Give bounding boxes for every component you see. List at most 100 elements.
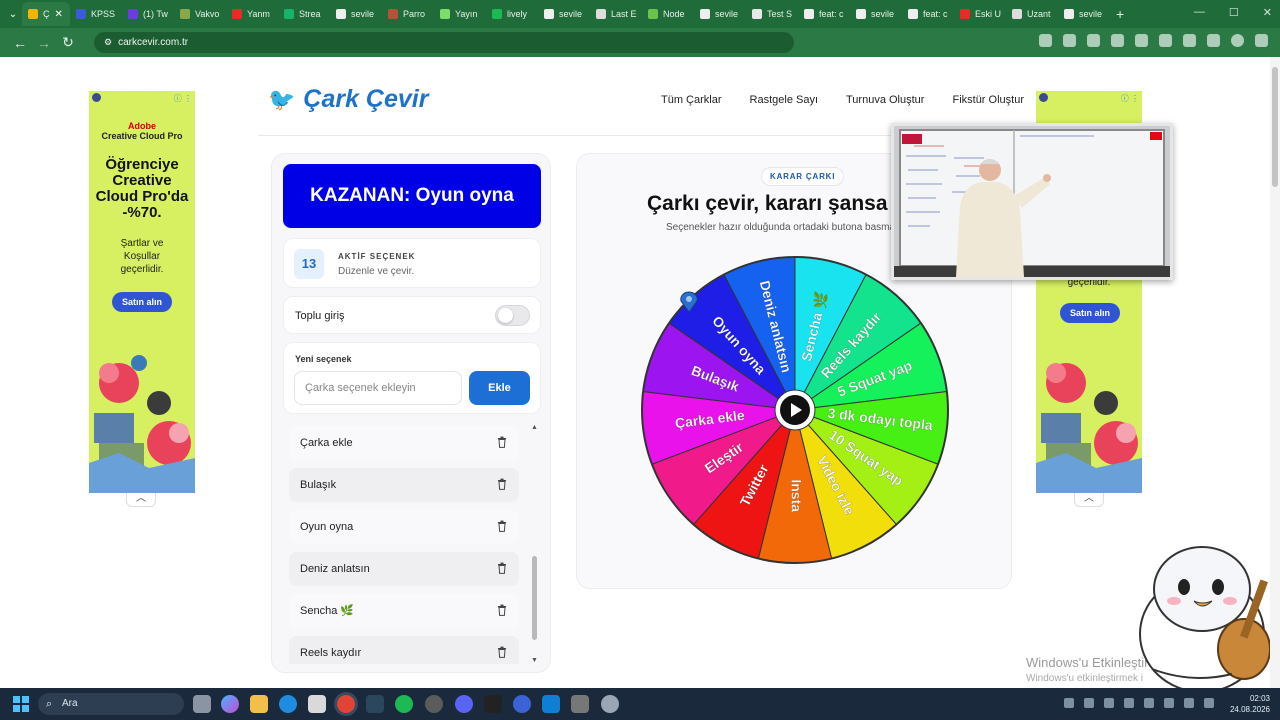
battery-icon[interactable] bbox=[1204, 698, 1214, 708]
github-desktop-icon[interactable] bbox=[425, 695, 443, 713]
option-row[interactable]: Sencha 🌿 bbox=[289, 594, 519, 628]
menu-dots-icon[interactable] bbox=[1255, 34, 1268, 47]
steam-icon[interactable] bbox=[366, 695, 384, 713]
ad-buy-button[interactable]: Satın alın bbox=[1060, 303, 1121, 323]
taskbar-search[interactable]: ⌕ Ara bbox=[38, 693, 184, 715]
browser-tab[interactable]: Parro bbox=[382, 2, 434, 26]
site-logo[interactable]: 🐦 Çark Çevir bbox=[268, 85, 428, 114]
edge-icon[interactable] bbox=[279, 695, 297, 713]
tray-app-icon[interactable] bbox=[1144, 698, 1154, 708]
clock[interactable]: 02:03 24.08.2026 bbox=[1230, 693, 1270, 715]
browser-tab[interactable]: Yayın bbox=[434, 2, 486, 26]
option-row[interactable]: Reels kaydır bbox=[289, 636, 519, 664]
extension-icon[interactable] bbox=[1135, 34, 1148, 47]
back-icon[interactable]: ← bbox=[8, 35, 32, 51]
spotify-icon[interactable] bbox=[395, 695, 413, 713]
browser-tab[interactable]: feat: c bbox=[902, 2, 954, 26]
nav-all-wheels[interactable]: Tüm Çarklar bbox=[661, 94, 722, 106]
browser-tab[interactable]: sevile bbox=[330, 2, 382, 26]
browser-tab[interactable]: Yanm bbox=[226, 2, 278, 26]
browser-tab[interactable]: Node bbox=[642, 2, 694, 26]
option-row[interactable]: Deniz anlatsın bbox=[289, 552, 519, 586]
browser-tab[interactable]: Vakvo bbox=[174, 2, 226, 26]
scroll-down-icon[interactable]: ▼ bbox=[531, 657, 538, 664]
option-list-scrollbar[interactable]: ▲ ▼ bbox=[530, 424, 540, 664]
browser-tab[interactable]: Ç ✕ bbox=[22, 2, 70, 26]
discord-icon[interactable] bbox=[455, 695, 473, 713]
ad-collapse-button[interactable]: ︿ bbox=[126, 493, 156, 507]
browser-tab[interactable]: sevile bbox=[694, 2, 746, 26]
site-info-icon[interactable]: ⚙ bbox=[104, 37, 112, 48]
install-icon[interactable] bbox=[1039, 34, 1052, 47]
epic-games-icon[interactable] bbox=[484, 695, 502, 713]
browser-tab[interactable]: Last E bbox=[590, 2, 642, 26]
delete-option-trash-icon[interactable] bbox=[497, 478, 507, 490]
file-explorer-icon[interactable] bbox=[250, 695, 268, 713]
ad-banner-left[interactable]: ⓘ ⋮ Adobe Creative Cloud Pro Öğrenciye C… bbox=[89, 91, 195, 493]
nvidia-icon[interactable] bbox=[1104, 698, 1114, 708]
ad-buy-button[interactable]: Satın alın bbox=[111, 292, 172, 312]
reading-list-icon[interactable] bbox=[1207, 34, 1220, 47]
browser-tab[interactable]: Strea bbox=[278, 2, 330, 26]
start-button-windows-icon[interactable] bbox=[13, 696, 29, 712]
store-icon[interactable] bbox=[308, 695, 326, 713]
minimize-icon[interactable]: — bbox=[1194, 6, 1205, 19]
browser-tab[interactable]: sevile bbox=[1058, 2, 1110, 26]
scroll-up-icon[interactable]: ▲ bbox=[531, 424, 538, 431]
page-scroll-thumb[interactable] bbox=[1272, 67, 1278, 187]
terminal-icon[interactable] bbox=[571, 695, 589, 713]
delete-option-trash-icon[interactable] bbox=[497, 520, 507, 532]
option-row[interactable]: Çarka ekle bbox=[289, 426, 519, 460]
tray-app-icon[interactable] bbox=[1124, 698, 1134, 708]
ad-info-icon[interactable]: ⓘ ⋮ bbox=[1121, 93, 1139, 104]
bulk-entry-toggle[interactable] bbox=[495, 305, 530, 326]
tab-close-icon[interactable]: ✕ bbox=[55, 9, 63, 20]
add-option-button[interactable]: Ekle bbox=[469, 371, 530, 405]
extensions-puzzle-icon[interactable] bbox=[1183, 34, 1196, 47]
maximize-icon[interactable]: ☐ bbox=[1229, 6, 1239, 19]
browser-tab[interactable]: lively bbox=[486, 2, 538, 26]
extension-icon[interactable] bbox=[1111, 34, 1124, 47]
delete-option-trash-icon[interactable] bbox=[497, 646, 507, 658]
wifi-icon[interactable] bbox=[1164, 698, 1174, 708]
reload-icon[interactable]: ↻ bbox=[56, 34, 80, 51]
extension-icon[interactable] bbox=[1159, 34, 1172, 47]
browser-tab[interactable]: Uzant bbox=[1006, 2, 1058, 26]
tab-search-icon[interactable]: ⌄ bbox=[4, 9, 22, 20]
new-option-input[interactable] bbox=[294, 371, 462, 405]
browser-tab[interactable]: Eski U bbox=[954, 2, 1006, 26]
browser-tab[interactable]: Test S bbox=[746, 2, 798, 26]
ea-app-icon[interactable] bbox=[513, 695, 531, 713]
url-field[interactable]: ⚙ carkcevir.com.tr bbox=[94, 32, 794, 53]
browser-tab[interactable]: sevile bbox=[850, 2, 902, 26]
browser-tab[interactable]: KPSS bbox=[70, 2, 122, 26]
option-row[interactable]: Bulaşık bbox=[289, 468, 519, 502]
scroll-thumb[interactable] bbox=[532, 556, 537, 640]
extension-icon[interactable] bbox=[1087, 34, 1100, 47]
nav-tournament[interactable]: Turnuva Oluştur bbox=[846, 94, 924, 106]
delete-option-trash-icon[interactable] bbox=[497, 604, 507, 616]
settings-icon[interactable] bbox=[601, 695, 619, 713]
option-row[interactable]: Oyun oyna bbox=[289, 510, 519, 544]
page-scrollbar[interactable] bbox=[1270, 57, 1280, 688]
browser-tab[interactable]: (1) Tw bbox=[122, 2, 174, 26]
bluetooth-icon[interactable] bbox=[1084, 698, 1094, 708]
chrome-icon[interactable] bbox=[337, 695, 355, 713]
ad-info-icon[interactable]: ⓘ ⋮ bbox=[174, 93, 192, 104]
video-overlay[interactable] bbox=[891, 123, 1173, 280]
volume-icon[interactable] bbox=[1184, 698, 1194, 708]
copilot-icon[interactable] bbox=[221, 695, 239, 713]
new-tab-button[interactable]: + bbox=[1116, 6, 1124, 22]
tray-chevron-icon[interactable] bbox=[1064, 698, 1074, 708]
ad-collapse-button[interactable]: ︿ bbox=[1074, 493, 1104, 507]
forward-icon[interactable]: → bbox=[32, 35, 56, 51]
browser-tab[interactable]: feat: c bbox=[798, 2, 850, 26]
delete-option-trash-icon[interactable] bbox=[497, 436, 507, 448]
window-close-icon[interactable]: ✕ bbox=[1263, 6, 1272, 19]
bookmark-star-icon[interactable] bbox=[1063, 34, 1076, 47]
nav-fixture[interactable]: Fikstür Oluştur bbox=[952, 94, 1024, 106]
nav-random-number[interactable]: Rastgele Sayı bbox=[750, 94, 818, 106]
delete-option-trash-icon[interactable] bbox=[497, 562, 507, 574]
task-view-icon[interactable] bbox=[193, 695, 211, 713]
vscode-icon[interactable] bbox=[542, 695, 560, 713]
